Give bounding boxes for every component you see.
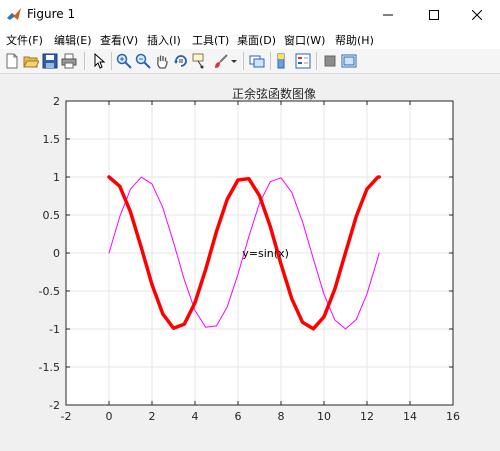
toolbar-separator (243, 52, 244, 70)
x-tick-label: -2 (61, 410, 72, 423)
rotate-3d-icon[interactable] (173, 53, 189, 69)
y-tick-label: 1.5 (43, 133, 61, 146)
open-file-icon[interactable] (23, 53, 39, 69)
menu-tools[interactable]: 工具(T) (192, 32, 229, 48)
y-tick-label: -2 (49, 399, 60, 412)
menu-bar: 文件(F) 编辑(E) 查看(V) 插入(I) 工具(T) 桌面(D) 窗口(W… (0, 29, 500, 49)
close-icon (472, 9, 482, 20)
annotation-layer: y=sin(x) (242, 247, 289, 260)
x-tick-label: 6 (235, 410, 242, 423)
toolbar (0, 49, 500, 74)
brush-icon[interactable] (213, 53, 229, 69)
x-tick-label: 2 (149, 410, 156, 423)
menu-insert[interactable]: 插入(I) (147, 32, 181, 48)
title-bar: Figure 1 (0, 0, 500, 30)
data-cursor-icon[interactable] (192, 53, 208, 69)
menu-help[interactable]: 帮助(H) (335, 32, 374, 48)
colorbar-icon[interactable] (276, 53, 292, 69)
menu-desktop[interactable]: 桌面(D) (237, 32, 276, 48)
x-tick-label: 12 (360, 410, 374, 423)
y-tick-label: -0.5 (39, 285, 60, 298)
y-tick-label: -1.5 (39, 361, 60, 374)
toolbar-separator (84, 52, 85, 70)
y-tick-label: 1 (53, 171, 60, 184)
plot-svg[interactable]: -2 0 2 4 6 8 10 12 14 16 -2 -1.5 -1 -0.5 0 0.5 1 1.5 2 正余弦… (0, 74, 500, 447)
x-tick-label: 8 (278, 410, 285, 423)
toolbar-separator (270, 52, 271, 70)
menu-window[interactable]: 窗口(W) (284, 32, 325, 48)
close-button[interactable] (454, 0, 500, 29)
toolbar-separator (111, 52, 112, 70)
legend-icon[interactable] (295, 53, 311, 69)
x-tick-label: 10 (317, 410, 331, 423)
window-title: Figure 1 (27, 7, 76, 21)
y-tick-label: 0.5 (43, 209, 61, 222)
menu-file[interactable]: 文件(F) (6, 32, 43, 48)
zoom-out-icon[interactable] (135, 53, 151, 69)
maximize-button[interactable] (411, 0, 457, 29)
menu-edit[interactable]: 编辑(E) (54, 32, 92, 48)
minimize-button[interactable] (365, 0, 411, 29)
y-tick-label: 2 (53, 95, 60, 108)
toolbar-separator (316, 52, 317, 70)
new-figure-icon[interactable] (4, 53, 20, 69)
zoom-in-icon[interactable] (116, 53, 132, 69)
menu-view[interactable]: 查看(V) (100, 32, 138, 48)
save-icon[interactable] (42, 53, 58, 69)
show-plot-tools-icon[interactable] (341, 53, 357, 69)
chart-title: 正余弦函数图像 (232, 86, 316, 101)
figure-canvas: -2 0 2 4 6 8 10 12 14 16 -2 -1.5 -1 -0.5 0 0.5 1 1.5 2 正余弦… (0, 74, 500, 447)
brush-dropdown-icon[interactable] (230, 53, 238, 69)
x-tick-label: 0 (106, 410, 113, 423)
x-tick-label: 4 (192, 410, 199, 423)
minimize-icon (383, 14, 393, 15)
maximize-icon (429, 9, 439, 20)
annotation-label: y=sin(x) (242, 247, 289, 260)
x-tick-label: 14 (403, 410, 417, 423)
matlab-app-icon (6, 7, 22, 23)
x-tick-label: 16 (446, 410, 460, 423)
link-plot-icon[interactable] (249, 53, 265, 69)
y-tick-label: 0 (53, 247, 60, 260)
print-icon[interactable] (61, 53, 77, 69)
pan-hand-icon[interactable] (154, 53, 170, 69)
hide-plot-tools-icon[interactable] (322, 53, 338, 69)
edit-plot-arrow-icon[interactable] (91, 53, 107, 69)
y-tick-label: -1 (49, 323, 60, 336)
